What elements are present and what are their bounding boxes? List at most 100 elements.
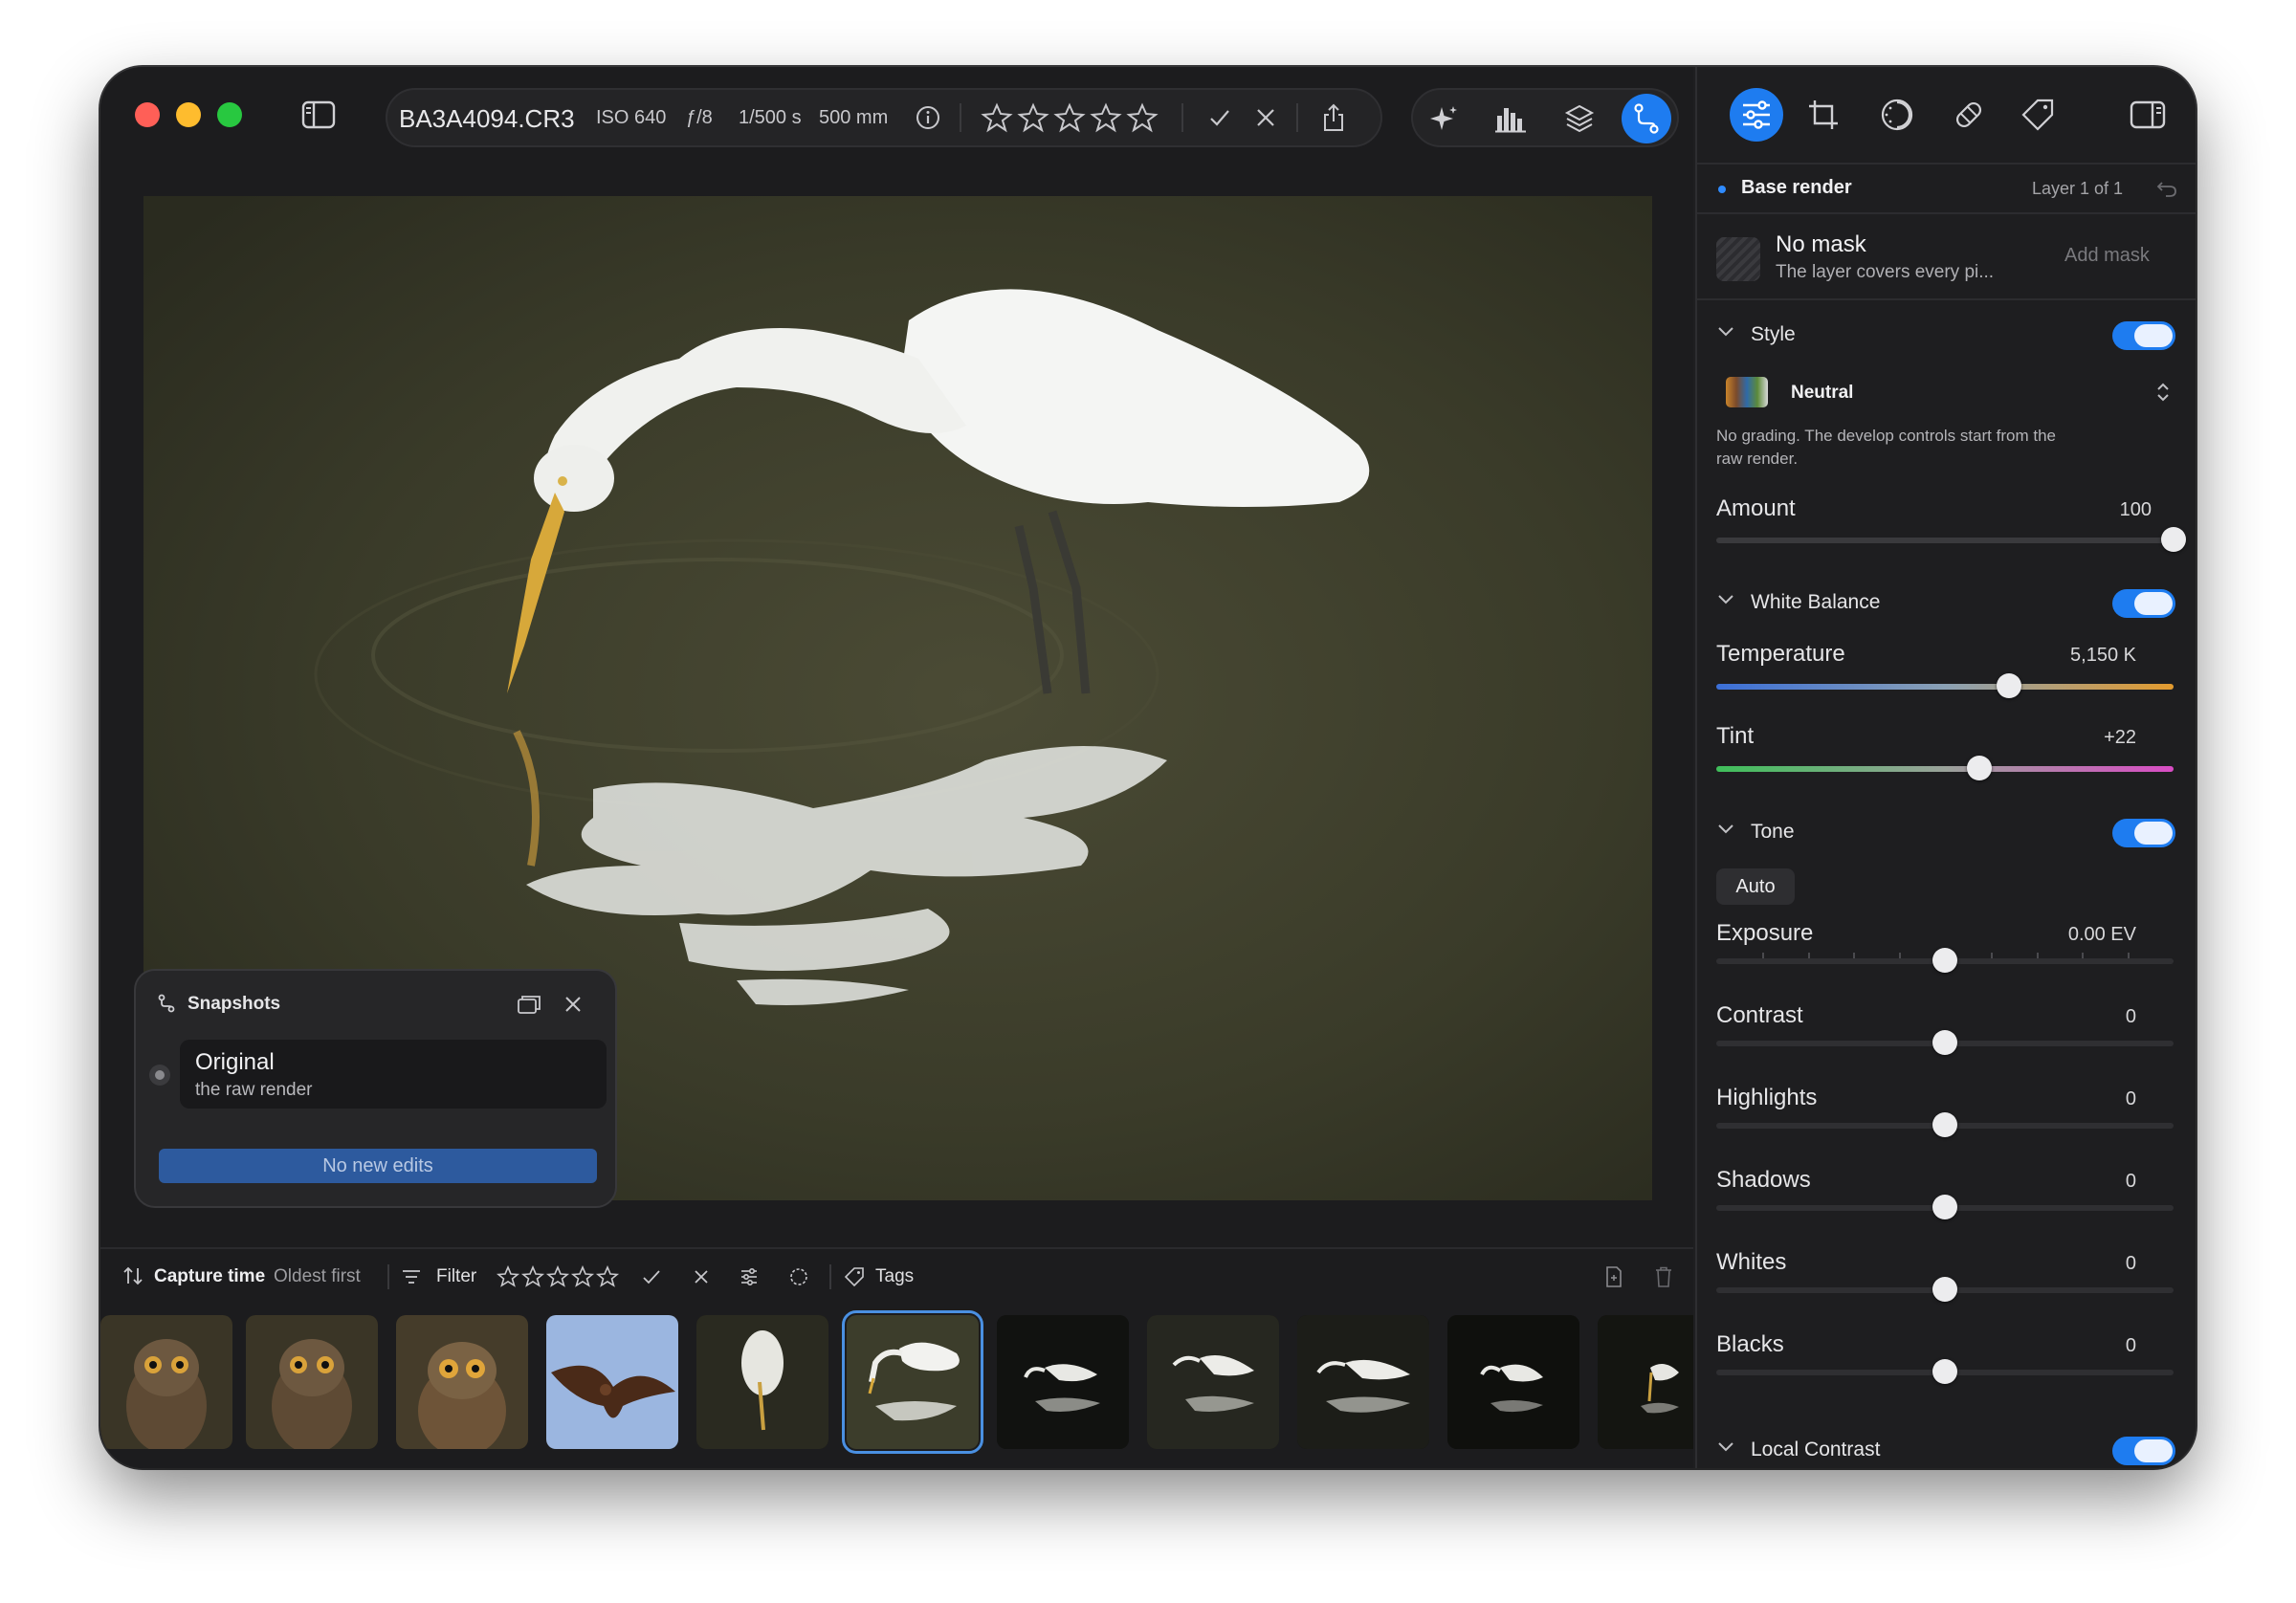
- filter-picked-icon[interactable]: [640, 1265, 663, 1288]
- thumbnail-owl[interactable]: [246, 1315, 378, 1449]
- style-description-line2: raw render.: [1716, 450, 1799, 468]
- filter-star-rating[interactable]: [496, 1264, 622, 1289]
- amount-slider-handle[interactable]: [2161, 527, 2186, 552]
- auto-tone-button[interactable]: Auto: [1716, 868, 1795, 905]
- duplicate-snapshot-icon[interactable]: [516, 992, 542, 1017]
- temperature-label: Temperature: [1716, 641, 1845, 667]
- no-new-edits-button[interactable]: No new edits: [159, 1149, 597, 1183]
- mask-thumbnail: [1716, 237, 1760, 281]
- filter-mask-icon[interactable]: [787, 1265, 810, 1288]
- filename: BA3A4094.CR3: [399, 104, 575, 133]
- contrast-slider[interactable]: [1716, 1030, 2174, 1055]
- style-title: Style: [1751, 323, 1796, 345]
- thumbnail-owl[interactable]: [396, 1315, 528, 1449]
- contrast-value: 0: [2125, 1006, 2136, 1027]
- histogram-icon[interactable]: [1493, 101, 1528, 136]
- inspector-toggle-icon[interactable]: [2128, 98, 2168, 132]
- white-balance-section-header[interactable]: White Balance: [1716, 585, 2175, 624]
- local-contrast-section-header[interactable]: Local Contrast: [1716, 1433, 2175, 1468]
- shutter-value: 1/500 s: [739, 107, 802, 128]
- style-section-header[interactable]: Style: [1716, 318, 2175, 356]
- export-file-icon[interactable]: [1602, 1264, 1625, 1289]
- whites-slider[interactable]: [1716, 1277, 2174, 1302]
- preset-swatch: [1726, 377, 1768, 407]
- contrast-slider-handle[interactable]: [1932, 1030, 1957, 1055]
- highlights-value: 0: [2125, 1088, 2136, 1109]
- zoom-window-button[interactable]: [217, 102, 242, 127]
- snapshot-radio[interactable]: [149, 1065, 170, 1086]
- style-toggle[interactable]: [2112, 321, 2175, 350]
- sort-icon[interactable]: [121, 1264, 144, 1287]
- pick-check-icon[interactable]: [1205, 103, 1234, 132]
- updown-chevron-icon: [2154, 379, 2172, 410]
- sidebar-toggle-icon[interactable]: [299, 98, 338, 132]
- star-rating[interactable]: [981, 101, 1162, 134]
- close-window-button[interactable]: [135, 102, 160, 127]
- exposure-slider[interactable]: [1716, 948, 2174, 973]
- thumbnail-egret[interactable]: [1598, 1315, 1693, 1449]
- tone-section-header[interactable]: Tone: [1716, 815, 2175, 853]
- temperature-slider-handle[interactable]: [1996, 673, 2021, 698]
- thumbnail-egret[interactable]: [1297, 1315, 1429, 1449]
- thumbnail-egret[interactable]: [1147, 1315, 1279, 1449]
- shadows-slider[interactable]: [1716, 1195, 2174, 1219]
- exposure-value: 0.00 EV: [2067, 924, 2136, 945]
- filter-label[interactable]: Filter: [436, 1266, 476, 1287]
- snapshot-item-original[interactable]: Original the raw render: [180, 1040, 607, 1109]
- blacks-slider[interactable]: [1716, 1359, 2174, 1384]
- reject-x-icon[interactable]: [1251, 103, 1280, 132]
- main-area: BA3A4094.CR3 ISO 640 ƒ/8 1/500 s 500 mm: [100, 67, 1693, 1468]
- filter-rejected-icon[interactable]: [690, 1265, 713, 1288]
- thumbnail-egret[interactable]: [997, 1315, 1129, 1449]
- snapshots-toggle-button[interactable]: [1622, 94, 1671, 143]
- tag-icon[interactable]: [843, 1265, 866, 1288]
- tint-label: Tint: [1716, 723, 1755, 749]
- temperature-slider[interactable]: [1716, 673, 2174, 698]
- amount-slider[interactable]: [1716, 527, 2186, 552]
- whites-slider-handle[interactable]: [1932, 1277, 1957, 1302]
- style-preset-select[interactable]: Neutral: [1716, 371, 2175, 413]
- info-icon[interactable]: [914, 103, 942, 132]
- filter-icon[interactable]: [400, 1265, 423, 1288]
- close-icon[interactable]: [561, 992, 585, 1017]
- tint-slider-handle[interactable]: [1966, 756, 1992, 780]
- snapshots-title: Snapshots: [188, 994, 281, 1014]
- exposure-slider-handle[interactable]: [1932, 948, 1957, 973]
- share-icon[interactable]: [1317, 101, 1350, 134]
- blacks-slider-handle[interactable]: [1932, 1359, 1957, 1384]
- tags-label[interactable]: Tags: [875, 1266, 914, 1287]
- thumbnail-egret[interactable]: [1447, 1315, 1579, 1449]
- undo-icon[interactable]: [2154, 176, 2179, 201]
- minimize-window-button[interactable]: [176, 102, 201, 127]
- filter-bar: Capture time Oldest first Filter Tags: [100, 1247, 1693, 1301]
- shadows-slider-handle[interactable]: [1932, 1195, 1957, 1219]
- layer-name[interactable]: Base render: [1741, 177, 1852, 199]
- focal-length-value: 500 mm: [819, 107, 889, 128]
- sort-order[interactable]: Oldest first: [274, 1266, 361, 1287]
- filter-edited-icon[interactable]: [738, 1265, 761, 1288]
- highlights-slider-handle[interactable]: [1932, 1112, 1957, 1137]
- mask-description: The layer covers every pi...: [1776, 262, 1995, 282]
- sort-field[interactable]: Capture time: [154, 1266, 265, 1287]
- layer-count: Layer 1 of 1: [2032, 179, 2124, 198]
- tone-toggle[interactable]: [2112, 819, 2175, 847]
- thumbnail-egret-selected[interactable]: [842, 1310, 983, 1454]
- adjustments-tab[interactable]: [1730, 88, 1783, 142]
- sparkle-icon[interactable]: [1426, 101, 1461, 136]
- thumbnail-kite[interactable]: [546, 1315, 678, 1449]
- white-balance-toggle[interactable]: [2112, 589, 2175, 618]
- thumbnail-owl[interactable]: [100, 1315, 232, 1449]
- layers-icon[interactable]: [1562, 101, 1597, 136]
- highlights-slider[interactable]: [1716, 1112, 2174, 1137]
- shadows-label: Shadows: [1716, 1167, 1811, 1193]
- crop-icon[interactable]: [1804, 96, 1843, 134]
- add-mask-button[interactable]: Add mask: [2064, 245, 2150, 267]
- thumbnail-egret[interactable]: [696, 1315, 828, 1449]
- local-contrast-toggle[interactable]: [2112, 1437, 2175, 1465]
- mask-icon[interactable]: [1876, 96, 1918, 134]
- tag-icon[interactable]: [2019, 96, 2057, 134]
- trash-icon[interactable]: [1652, 1264, 1675, 1289]
- tint-slider[interactable]: [1716, 756, 2174, 780]
- healing-bandage-icon[interactable]: [1950, 96, 1988, 134]
- app-window: BA3A4094.CR3 ISO 640 ƒ/8 1/500 s 500 mm: [100, 67, 2196, 1468]
